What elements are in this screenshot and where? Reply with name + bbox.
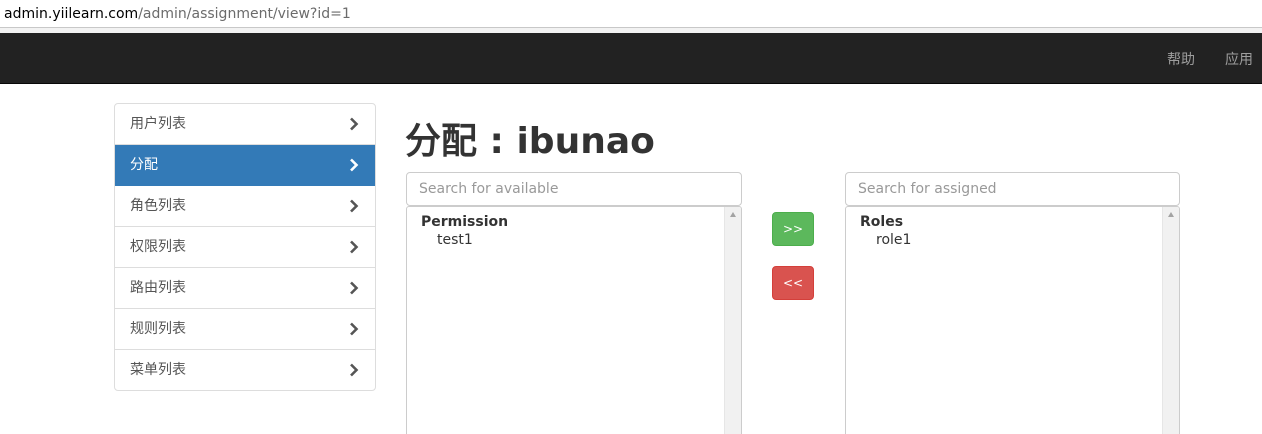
optgroup-label: Permission (421, 214, 509, 230)
remove-button[interactable]: << (772, 266, 814, 300)
chevron-right-icon (350, 240, 359, 254)
search-assigned-input[interactable] (845, 172, 1180, 206)
scroll-up-arrow-icon[interactable] (730, 212, 736, 217)
sidebar-menu: 用户列表 分配 角色列表 权限列表 路由列表 规则列表 菜单列表 (114, 103, 376, 391)
sidebar-item-label: 路由列表 (130, 280, 186, 296)
sidebar-item-label: 规则列表 (130, 321, 186, 337)
url-path: /admin/assignment/view?id=1 (138, 6, 351, 22)
available-listbox[interactable]: Permission test1 (406, 206, 742, 434)
sidebar-item-label: 角色列表 (130, 198, 186, 214)
chevron-right-icon (350, 117, 359, 131)
address-bar[interactable]: admin.yiilearn.com/admin/assignment/view… (0, 0, 1262, 28)
sidebar-item-label: 用户列表 (130, 116, 186, 132)
sidebar-item-permissions[interactable]: 权限列表 (115, 227, 375, 268)
chevron-right-icon (350, 322, 359, 336)
assign-button[interactable]: >> (772, 212, 814, 246)
scrollbar[interactable] (1162, 207, 1179, 434)
page-title: 分配 : ibunao (405, 121, 655, 162)
top-navbar: 帮助 应用 (0, 33, 1262, 84)
nav-app-link[interactable]: 应用 (1225, 49, 1253, 69)
sidebar-item-assignment[interactable]: 分配 (115, 145, 375, 186)
sidebar-item-label: 菜单列表 (130, 362, 186, 378)
sidebar-item-label: 权限列表 (130, 239, 186, 255)
url-host: admin.yiilearn.com (4, 6, 139, 22)
sidebar-item-routes[interactable]: 路由列表 (115, 268, 375, 309)
assigned-listbox[interactable]: Roles role1 (845, 206, 1180, 434)
sidebar-item-users[interactable]: 用户列表 (115, 104, 375, 145)
chevron-right-icon (350, 199, 359, 213)
search-available-input[interactable] (406, 172, 742, 206)
chevron-right-icon (350, 158, 359, 172)
scrollbar[interactable] (724, 207, 741, 434)
list-option[interactable]: role1 (876, 232, 911, 248)
sidebar-item-roles[interactable]: 角色列表 (115, 186, 375, 227)
chevron-right-icon (350, 281, 359, 295)
chevron-right-icon (350, 363, 359, 377)
sidebar-item-rules[interactable]: 规则列表 (115, 309, 375, 350)
nav-help-link[interactable]: 帮助 (1167, 49, 1195, 69)
list-option[interactable]: test1 (437, 232, 473, 248)
url-text[interactable]: admin.yiilearn.com/admin/assignment/view… (4, 5, 351, 23)
scroll-up-arrow-icon[interactable] (1168, 212, 1174, 217)
sidebar-item-menus[interactable]: 菜单列表 (115, 350, 375, 390)
sidebar-item-label: 分配 (130, 157, 158, 173)
optgroup-label: Roles (860, 214, 904, 230)
